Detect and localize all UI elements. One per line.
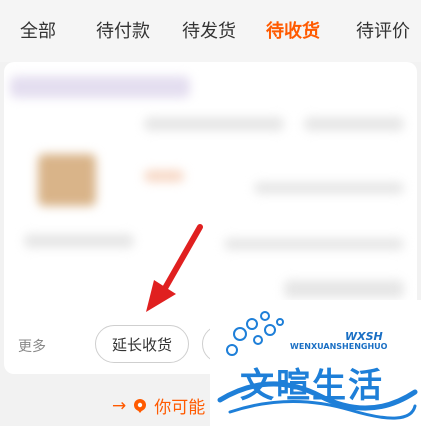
tab-pending-receipt[interactable]: 待收货 [266, 17, 320, 43]
recommendation-hint: → 你可能 [112, 393, 206, 419]
location-pin-icon [134, 398, 147, 413]
blurred-order-info [24, 234, 134, 248]
more-link[interactable]: 更多 [18, 336, 46, 356]
tab-pending-shipment[interactable]: 待发货 [182, 17, 236, 43]
watermark: WXSH WENXUANSHENGHUO 文暄生活 [210, 300, 421, 426]
blurred-product-title [144, 117, 284, 131]
blurred-total-price [284, 280, 404, 298]
recommendation-text: 你可能 [154, 398, 206, 418]
blurred-product-image[interactable] [38, 154, 96, 206]
tab-pending-review[interactable]: 待评价 [356, 17, 410, 43]
annotation-arrow-icon [146, 224, 203, 312]
order-status-tabs: 全部 待付款 待发货 待收货 待评价 [0, 0, 421, 62]
arrow-right-icon: → [112, 395, 127, 416]
tab-pending-payment[interactable]: 待付款 [96, 17, 150, 43]
blurred-order-info-2 [224, 238, 404, 250]
blurred-shop-name [10, 76, 190, 98]
blurred-product-title-2 [304, 117, 404, 131]
blurred-price-tag [144, 170, 184, 182]
watermark-subtitle: WENXUANSHENGHUO [290, 342, 388, 351]
watermark-title: 文暄生活 [240, 366, 384, 406]
tab-all[interactable]: 全部 [20, 17, 56, 43]
blurred-product-detail [254, 182, 404, 194]
extend-receipt-button[interactable]: 延长收货 [95, 325, 189, 363]
